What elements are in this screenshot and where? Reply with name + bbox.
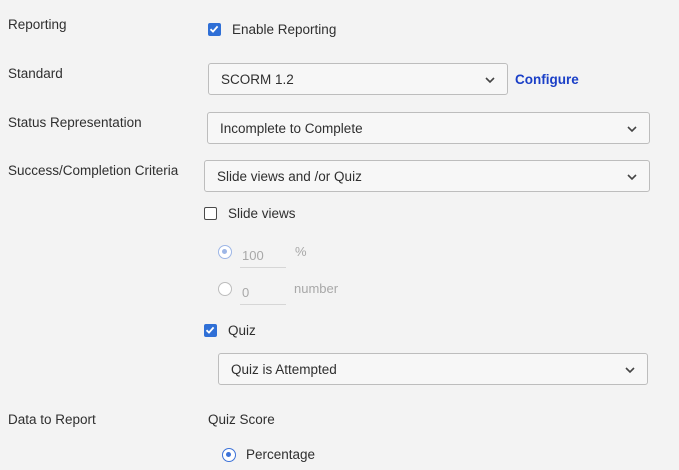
status-select-value: Incomplete to Complete [220, 121, 363, 136]
chevron-down-icon [625, 367, 635, 374]
percentage-label: Percentage [246, 447, 316, 462]
status-representation-label: Status Representation [8, 115, 142, 130]
number-unit-label: number [294, 281, 339, 296]
chevron-down-icon [627, 126, 637, 133]
slide-views-percent-radio[interactable] [218, 245, 232, 259]
quiz-score-label: Quiz Score [208, 412, 275, 427]
quiz-label: Quiz [228, 323, 256, 338]
configure-link[interactable]: Configure [515, 72, 579, 87]
standard-select-value: SCORM 1.2 [221, 72, 294, 87]
percent-unit-label: % [295, 244, 307, 259]
data-to-report-label: Data to Report [8, 412, 96, 427]
chevron-down-icon [627, 174, 637, 181]
slide-views-checkbox[interactable] [204, 207, 217, 220]
enable-reporting-checkbox[interactable] [208, 23, 221, 36]
enable-reporting-label: Enable Reporting [232, 22, 337, 37]
checkmark-icon [209, 25, 219, 33]
chevron-down-icon [485, 77, 495, 84]
slide-views-percent-input[interactable]: 100 [240, 242, 286, 268]
slide-views-number-input[interactable]: 0 [240, 279, 286, 305]
criteria-select-value: Slide views and /or Quiz [217, 169, 362, 184]
quiz-checkbox[interactable] [204, 324, 217, 337]
quiz-criteria-select[interactable]: Quiz is Attempted [218, 353, 648, 385]
success-criteria-select[interactable]: Slide views and /or Quiz [204, 160, 650, 192]
percentage-radio[interactable] [222, 448, 236, 462]
checkmark-icon [205, 326, 215, 334]
slide-views-label: Slide views [228, 206, 296, 221]
slide-views-number-radio[interactable] [218, 282, 232, 296]
standard-select[interactable]: SCORM 1.2 [208, 63, 508, 95]
quiz-select-value: Quiz is Attempted [231, 362, 337, 377]
standard-label: Standard [8, 66, 63, 81]
success-criteria-label: Success/Completion Criteria [8, 163, 179, 178]
status-representation-select[interactable]: Incomplete to Complete [207, 112, 650, 144]
reporting-label: Reporting [8, 17, 67, 32]
